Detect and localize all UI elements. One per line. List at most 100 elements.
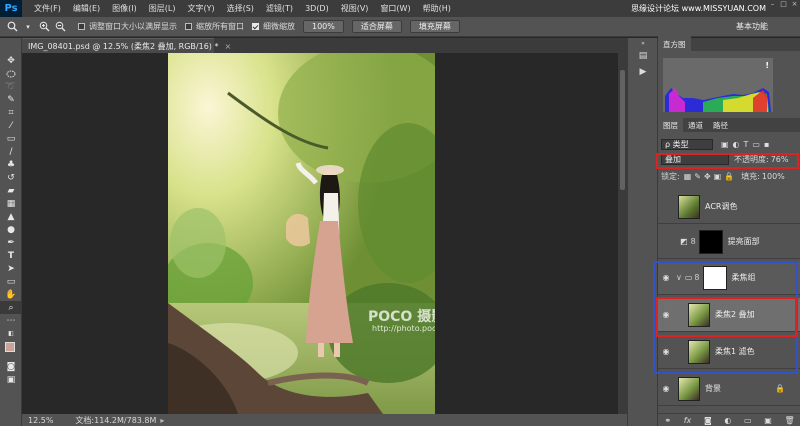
- zoom-100-button[interactable]: 100%: [303, 20, 344, 33]
- brush-tool-icon[interactable]: ∕: [0, 145, 22, 158]
- scrubby-zoom-checkbox[interactable]: 细微缩放: [252, 21, 295, 32]
- layers-tabbar: 图层 通道 路径: [658, 116, 800, 134]
- history-panel-icon[interactable]: ▤: [628, 48, 658, 64]
- document-tab-title: IMG_08401.psd @ 12.5% (柔焦2 叠加, RGB/16) *: [28, 41, 219, 51]
- fill-label: 填充:: [741, 172, 760, 181]
- collapse-dock-icon[interactable]: »: [628, 38, 658, 48]
- zoom-tool-icon[interactable]: [6, 21, 18, 33]
- tab-layers[interactable]: 图层: [658, 116, 683, 134]
- crop-tool-icon[interactable]: ⌗: [0, 106, 22, 119]
- layers-bottom-toolbar: ⚭ fx ◙ ◐ ▭ ▣ 🗑: [658, 413, 800, 426]
- tab-paths[interactable]: 路径: [708, 117, 733, 134]
- document-tab[interactable]: IMG_08401.psd @ 12.5% (柔焦2 叠加, RGB/16) *…: [22, 38, 231, 53]
- layer-name: 背景: [705, 384, 721, 393]
- actions-panel-icon[interactable]: ▶: [628, 64, 658, 80]
- close-document-icon[interactable]: ×: [224, 42, 231, 51]
- layer-background[interactable]: ◉ 背景 🔒: [658, 372, 800, 406]
- workspace-switcher[interactable]: 基本功能: [732, 21, 772, 33]
- checkbox-box[interactable]: [78, 23, 85, 30]
- filter-icons[interactable]: ▣◐T▭▪: [721, 140, 773, 149]
- selected-layer-highlight: [656, 297, 797, 337]
- shape-tool-icon[interactable]: ▭: [0, 275, 22, 288]
- scrubby-zoom-label: 细微缩放: [263, 22, 295, 31]
- adjustment-icon: ◩: [680, 237, 688, 246]
- adjustment-layer-icon[interactable]: ◐: [724, 416, 731, 425]
- path-selection-tool-icon[interactable]: ➤: [0, 262, 22, 275]
- menu-edit[interactable]: 编辑(E): [67, 3, 106, 14]
- lock-icons[interactable]: ▦✎✥▣🔒: [684, 172, 737, 181]
- trash-icon[interactable]: 🗑: [785, 416, 795, 425]
- lock-label: 锁定:: [661, 172, 680, 181]
- menu-3d[interactable]: 3D(D): [299, 4, 335, 13]
- tab-channels[interactable]: 通道: [683, 117, 708, 134]
- zoom-level[interactable]: 12.5%: [28, 416, 53, 425]
- menu-filter[interactable]: 滤镜(T): [260, 3, 299, 14]
- fit-screen-button[interactable]: 适合屏幕: [351, 20, 402, 33]
- fill-value[interactable]: 100%: [762, 172, 785, 181]
- zoom-out-icon[interactable]: [54, 21, 66, 33]
- menu-help[interactable]: 帮助(H): [417, 3, 457, 14]
- healing-brush-tool-icon[interactable]: ▭: [0, 132, 22, 145]
- lock-fill-row: 锁定: ▦✎✥▣🔒 填充: 100%: [658, 171, 800, 182]
- histogram-warning-icon[interactable]: !: [765, 61, 769, 70]
- default-colors-icon[interactable]: ◧: [0, 327, 22, 340]
- tool-preset-dropdown-icon[interactable]: ▾: [22, 21, 34, 33]
- clone-stamp-tool-icon[interactable]: ♣: [0, 158, 22, 171]
- layer-brighten-face[interactable]: ◩ 8 提亮面部: [658, 225, 800, 259]
- blur-tool-icon[interactable]: ▲: [0, 210, 22, 223]
- new-group-icon[interactable]: ▭: [744, 416, 752, 425]
- close-button[interactable]: ×: [789, 0, 800, 10]
- checkbox-box[interactable]: [185, 23, 192, 30]
- gradient-tool-icon[interactable]: ▦: [0, 197, 22, 210]
- zoom-tool-icon[interactable]: ⌕: [0, 301, 22, 314]
- zoom-all-windows-checkbox[interactable]: 缩放所有窗口: [185, 21, 244, 32]
- hand-tool-icon[interactable]: ✋: [0, 288, 22, 301]
- menu-layer[interactable]: 图层(L): [143, 3, 182, 14]
- eyedropper-tool-icon[interactable]: ⁄: [0, 119, 22, 132]
- add-mask-icon[interactable]: ◙: [704, 416, 712, 425]
- layer-name: 提亮面部: [727, 237, 760, 246]
- move-tool-icon[interactable]: ✥: [0, 54, 22, 67]
- quick-selection-tool-icon[interactable]: ✎: [0, 93, 22, 106]
- eye-icon[interactable]: ◉: [658, 384, 674, 393]
- marquee-tool-icon[interactable]: [0, 67, 22, 80]
- type-tool-icon[interactable]: T: [0, 249, 22, 262]
- zoom-in-icon[interactable]: [38, 21, 50, 33]
- menu-type[interactable]: 文字(Y): [181, 3, 220, 14]
- menu-window[interactable]: 窗口(W): [374, 3, 416, 14]
- fx-icon[interactable]: fx: [684, 416, 692, 425]
- maximize-button[interactable]: □: [778, 0, 789, 10]
- resize-windows-checkbox[interactable]: 调整窗口大小以满屏显示: [78, 21, 177, 32]
- menu-file[interactable]: 文件(F): [28, 3, 67, 14]
- photo-watermark-brand: POCO 摄影专题: [368, 309, 435, 325]
- layer-acr[interactable]: ACR调色: [658, 190, 800, 224]
- quick-mask-icon[interactable]: ◙: [0, 360, 22, 373]
- minimize-button[interactable]: –: [767, 0, 778, 10]
- menu-select[interactable]: 选择(S): [221, 3, 260, 14]
- status-menu-icon[interactable]: ▸: [160, 416, 164, 425]
- link-layers-icon[interactable]: ⚭: [664, 416, 671, 425]
- menu-image[interactable]: 图像(I): [106, 3, 143, 14]
- document-image[interactable]: POCO 摄影专题 http://photo.poco.cn/: [168, 53, 435, 414]
- eraser-tool-icon[interactable]: ▰: [0, 184, 22, 197]
- pen-tool-icon[interactable]: ✒: [0, 236, 22, 249]
- screen-mode-icon[interactable]: ▣: [0, 373, 22, 386]
- tab-histogram[interactable]: 直方图: [658, 36, 691, 53]
- zoom-all-windows-label: 缩放所有窗口: [196, 22, 244, 31]
- lasso-tool-icon[interactable]: ➰: [0, 80, 22, 93]
- color-swatches[interactable]: [0, 340, 21, 360]
- history-brush-tool-icon[interactable]: ↺: [0, 171, 22, 184]
- layer-thumbnail: [678, 376, 700, 401]
- new-layer-icon[interactable]: ▣: [764, 416, 772, 425]
- scrollbar-thumb[interactable]: [620, 70, 625, 190]
- foreground-color-swatch[interactable]: [5, 342, 15, 352]
- layer-filter-kind[interactable]: ρ 类型: [661, 139, 713, 150]
- checkbox-box-checked[interactable]: [252, 23, 259, 30]
- more-tools-icon[interactable]: ⋯: [0, 314, 22, 327]
- fill-screen-button[interactable]: 填充屏幕: [409, 20, 460, 33]
- blend-mode-highlight: [656, 153, 799, 169]
- lock-icon: 🔒: [775, 384, 785, 393]
- dodge-tool-icon[interactable]: ●: [0, 223, 22, 236]
- tools-panel: ✥ ➰ ✎ ⌗ ⁄ ▭ ∕ ♣ ↺ ▰ ▦ ▲ ● ✒ T ➤ ▭ ✋ ⌕ ⋯ …: [0, 38, 22, 426]
- menu-view[interactable]: 视图(V): [335, 3, 375, 14]
